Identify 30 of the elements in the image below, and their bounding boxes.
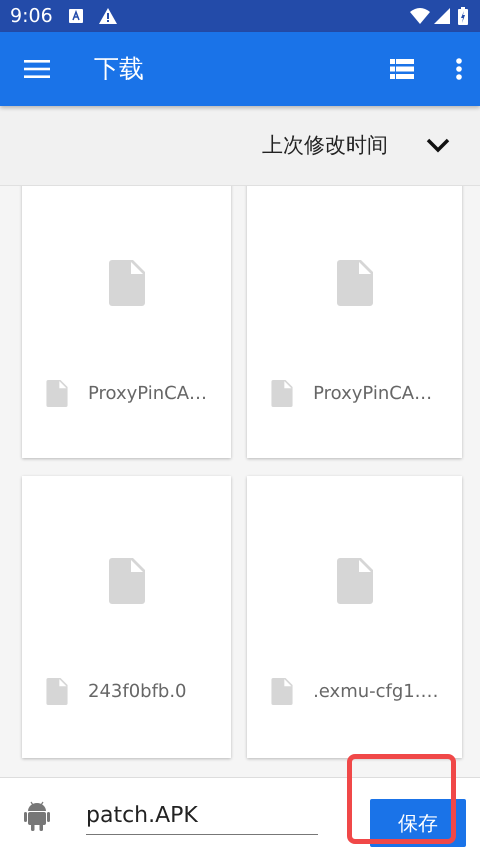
wifi-icon bbox=[410, 8, 430, 24]
notification-icon bbox=[68, 9, 83, 23]
signal-icon bbox=[434, 8, 450, 24]
filename-field[interactable]: patch.APK bbox=[86, 797, 318, 835]
more-options-icon[interactable] bbox=[456, 58, 462, 80]
warning-icon bbox=[98, 8, 117, 24]
status-time: 9:06 bbox=[10, 4, 53, 29]
file-icon bbox=[336, 558, 373, 604]
file-name: .exmu-cfg1.… bbox=[313, 680, 438, 704]
battery-icon bbox=[458, 7, 468, 25]
file-card[interactable]: .exmu-cfg1.… bbox=[247, 476, 462, 758]
app-title: 下载 bbox=[94, 53, 144, 86]
file-icon bbox=[271, 380, 294, 407]
file-name: 243f0bfb.0 bbox=[88, 680, 187, 704]
file-icon bbox=[336, 260, 373, 306]
menu-icon[interactable] bbox=[24, 60, 50, 78]
file-icon bbox=[108, 260, 145, 306]
file-icon bbox=[271, 678, 294, 705]
list-view-icon[interactable] bbox=[390, 59, 414, 79]
android-icon bbox=[24, 801, 50, 831]
file-icon bbox=[46, 380, 68, 407]
sort-label[interactable]: 上次修改时间 bbox=[262, 130, 388, 162]
file-card[interactable]: ProxyPinCA… bbox=[247, 186, 462, 458]
file-name: ProxyPinCA… bbox=[313, 382, 432, 406]
file-icon bbox=[108, 558, 145, 604]
file-card[interactable]: ProxyPinCA… bbox=[22, 186, 232, 458]
file-card[interactable]: 243f0bfb.0 bbox=[22, 476, 232, 758]
file-name: ProxyPinCA… bbox=[88, 382, 208, 406]
file-icon bbox=[46, 678, 68, 705]
dropdown-caret-icon[interactable] bbox=[426, 138, 450, 153]
